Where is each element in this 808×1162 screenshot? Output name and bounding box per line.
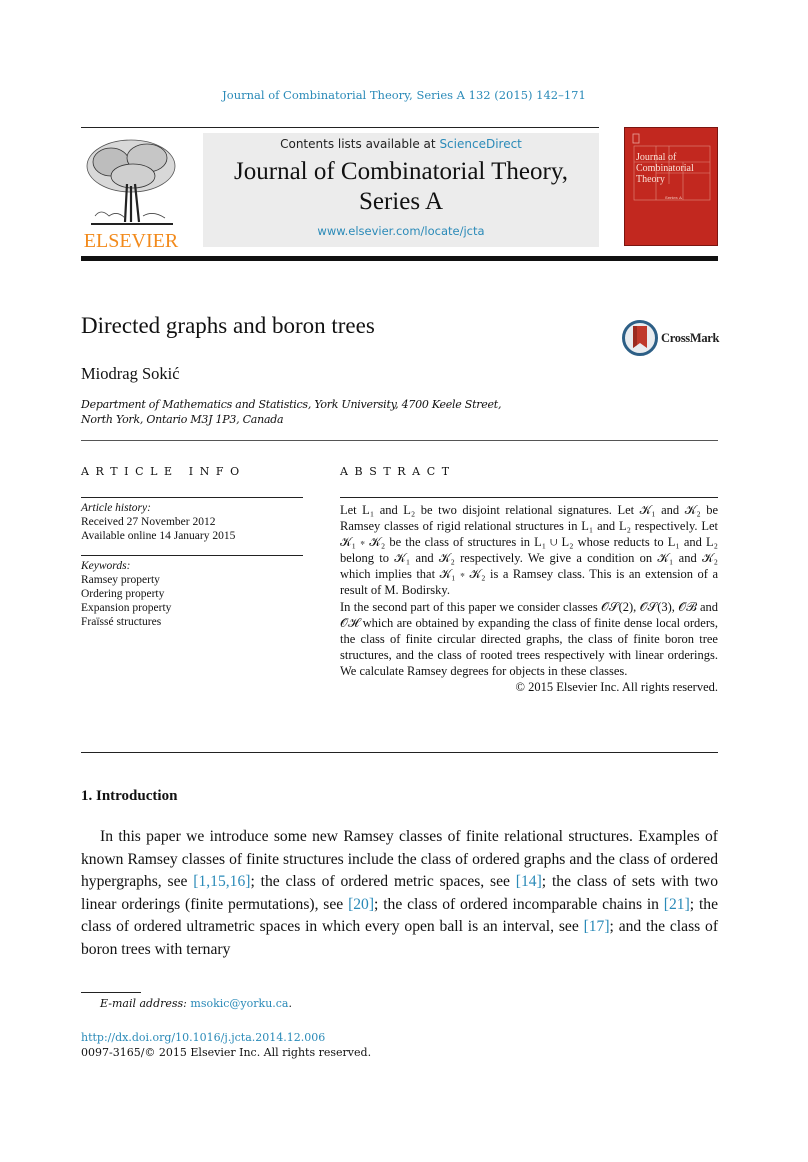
header-thick-rule (81, 256, 718, 261)
abstract-rule (340, 497, 718, 498)
article-title: Directed graphs and boron trees (81, 313, 375, 338)
running-head[interactable]: Journal of Combinatorial Theory, Series … (0, 88, 808, 102)
abstract-paragraph: Let L₁ and L₂ be two disjoint relational… (340, 503, 718, 598)
keywords-label: Keywords: (81, 560, 131, 572)
citation-link[interactable]: [1,15,16] (193, 873, 250, 890)
abstract-paragraph: In the second part of this paper we cons… (340, 599, 718, 678)
available-online-date: Available online 14 January 2015 (81, 530, 236, 542)
article-info-rule (81, 555, 303, 556)
affiliation: Department of Mathematics and Statistics… (81, 397, 501, 427)
cover-series: Series A (665, 195, 682, 200)
sciencedirect-link[interactable]: ScienceDirect (439, 137, 521, 151)
article-info-rule (81, 497, 303, 498)
footnote: E-mail address: msokic@yorku.ca. (100, 997, 292, 1010)
elsevier-wordmark: ELSEVIER (83, 230, 179, 252)
email-link[interactable]: msokic@yorku.ca (190, 997, 288, 1010)
abstract-copyright: © 2015 Elsevier Inc. All rights reserved… (515, 680, 718, 695)
affiliation-line: North York, Ontario M3J 1P3, Canada (81, 413, 284, 426)
header-rule (81, 127, 599, 128)
intro-text-segment: ; the class of ordered incomparable chai… (374, 895, 664, 913)
article-history: Article history: Received 27 November 20… (81, 501, 235, 543)
citation-link[interactable]: [17] (584, 918, 610, 935)
cover-title-line: Journal of (636, 152, 677, 163)
cover-grid-icon (632, 133, 711, 201)
affiliation-line: Department of Mathematics and Statistics… (81, 398, 502, 411)
issn-line: 0097-3165/© 2015 Elsevier Inc. All right… (81, 1046, 372, 1059)
doi-link[interactable]: http://dx.doi.org/10.1016/j.jcta.2014.12… (81, 1031, 325, 1044)
citation-link[interactable]: [20] (348, 896, 374, 913)
journal-title-line: Journal of Combinatorial Theory, (234, 158, 568, 185)
section-heading: 1. Introduction (81, 788, 178, 804)
journal-title: Journal of Combinatorial Theory, Series … (203, 157, 599, 217)
abstract-bottom-rule (81, 752, 718, 753)
cover-title: Journal of Combinatorial Theory (636, 152, 694, 185)
journal-banner: Contents lists available at ScienceDirec… (203, 133, 599, 247)
keyword-item: Expansion property (81, 602, 172, 614)
crossmark-button[interactable]: CrossMark (622, 320, 720, 356)
email-suffix: . (288, 997, 293, 1010)
crossmark-label: CrossMark (661, 331, 720, 345)
abstract-body: Let L₁ and L₂ be two disjoint relational… (340, 502, 718, 695)
contents-prefix: Contents lists available at (280, 137, 440, 151)
citation-link[interactable]: [21] (664, 896, 690, 913)
crossmark-icon (622, 320, 658, 356)
keyword-item: Fraïssé structures (81, 616, 162, 628)
citation-link[interactable]: [14] (516, 873, 542, 890)
contents-line: Contents lists available at ScienceDirec… (203, 137, 599, 151)
article-info-heading: ARTICLE INFO (81, 465, 246, 478)
received-date: Received 27 November 2012 (81, 516, 216, 528)
history-label: Article history: (81, 502, 151, 514)
doi-block: http://dx.doi.org/10.1016/j.jcta.2014.12… (81, 1030, 371, 1060)
elsevier-logo: ELSEVIER (81, 134, 181, 252)
elsevier-tree-icon (86, 139, 176, 225)
author-name: Miodrag Sokić (81, 364, 180, 383)
intro-paragraph-text: In this paper we introduce some new Rams… (81, 826, 718, 961)
abstract-heading: ABSTRACT (340, 465, 456, 478)
journal-cover[interactable]: Journal of Combinatorial Theory Series A (624, 127, 718, 246)
footnote-rule (81, 992, 141, 993)
intro-paragraph: In this paper we introduce some new Rams… (81, 826, 718, 961)
cover-title-line: Combinatorial (636, 163, 694, 174)
section-rule (81, 440, 718, 441)
keyword-item: Ramsey property (81, 574, 160, 586)
journal-url-link[interactable]: www.elsevier.com/locate/jcta (317, 224, 484, 238)
journal-title-line: Series A (358, 188, 444, 215)
keyword-item: Ordering property (81, 588, 165, 600)
intro-text-segment: ; the class of ordered metric spaces, se… (250, 873, 516, 890)
email-label: E-mail address: (100, 997, 187, 1010)
cover-title-line: Theory (636, 174, 665, 185)
keywords: Keywords: Ramsey property Ordering prope… (81, 559, 171, 629)
